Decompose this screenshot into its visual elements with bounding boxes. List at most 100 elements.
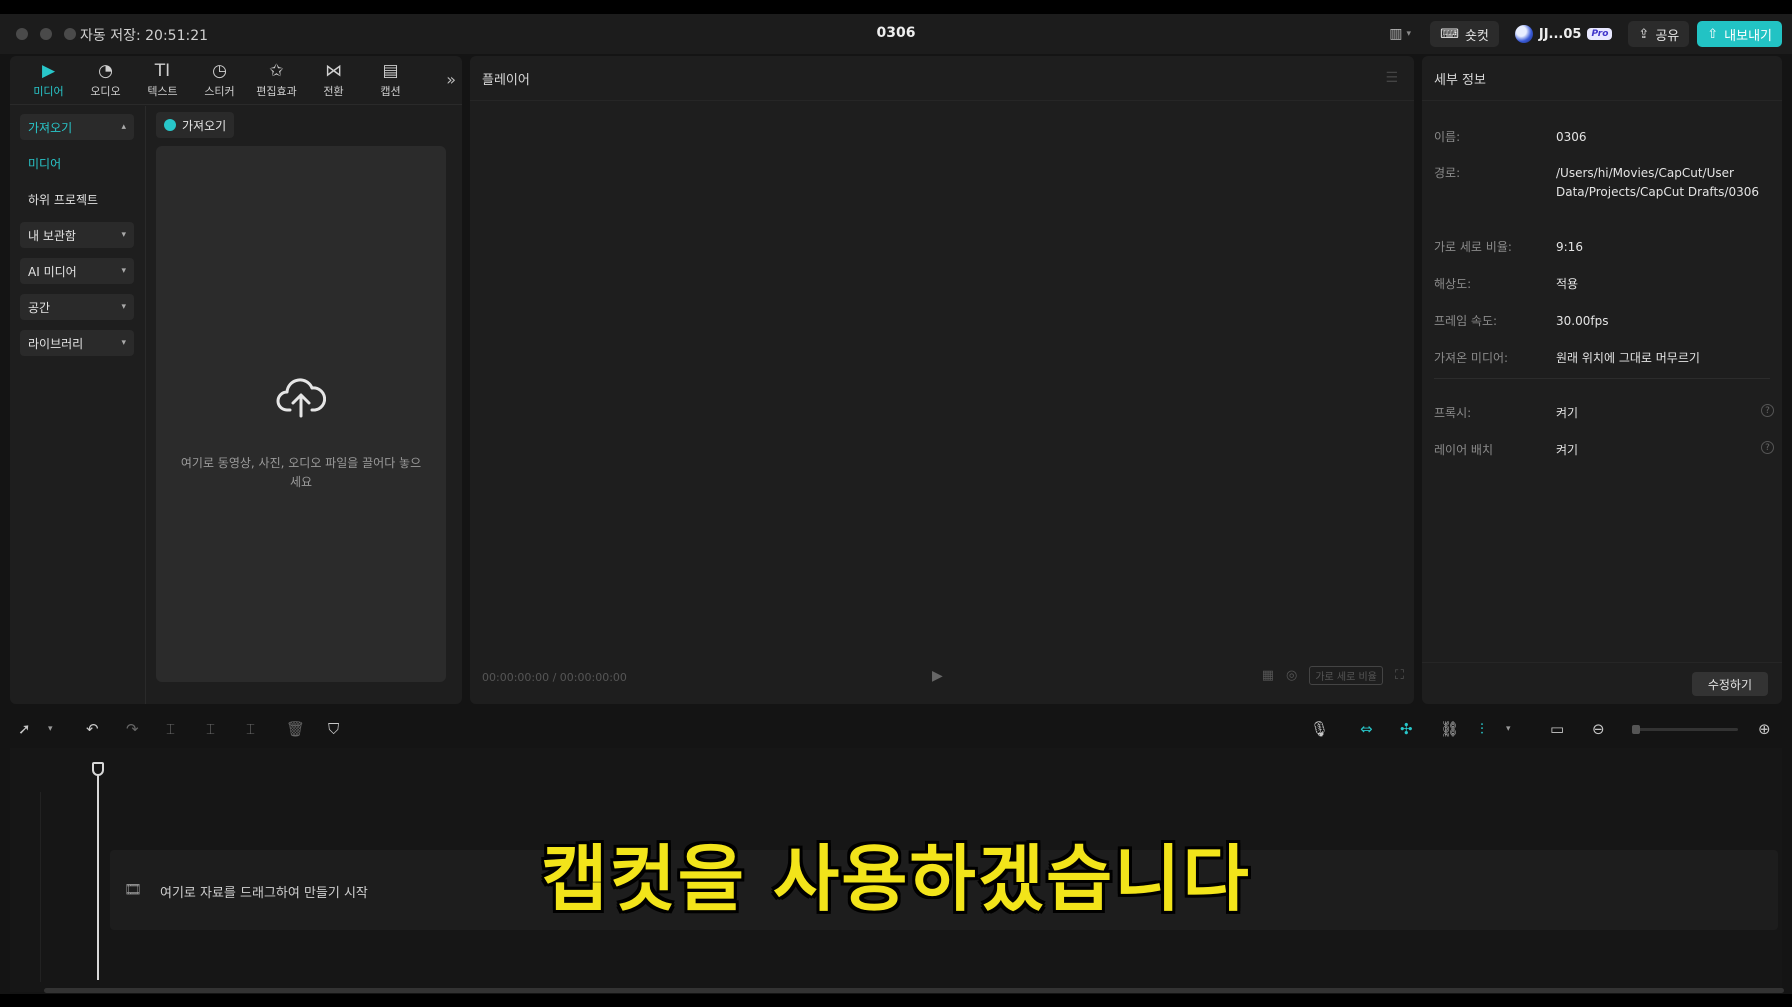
play-icon: ▶ <box>41 60 56 81</box>
sidebar-item-label: 공간 <box>28 300 51 315</box>
sidebar-item-my-storage[interactable]: 내 보관함 ▾ <box>20 222 134 248</box>
aspect-ratio-button[interactable]: 가로 세로 비율 <box>1309 666 1383 685</box>
link-icon[interactable]: ⛓ <box>1440 718 1459 740</box>
chevron-down-icon: ▾ <box>121 230 126 240</box>
zoom-in-icon[interactable]: ⊕ <box>1758 718 1771 740</box>
play-icon[interactable]: ▶ <box>932 668 943 684</box>
transition-icon: ⋈ <box>325 60 342 81</box>
menu-icon[interactable]: ☰ <box>1385 70 1398 86</box>
tab-sticker[interactable]: ◷ 스티커 <box>191 56 248 104</box>
auto-snap-icon[interactable]: ✣ <box>1400 718 1413 740</box>
sidebar-item-subproject[interactable]: 하위 프로젝트 <box>20 186 135 212</box>
text-icon: TI <box>154 60 171 81</box>
tab-caption[interactable]: ▤ 캡션 <box>362 56 419 104</box>
shield-icon[interactable]: ⛉ <box>328 718 339 740</box>
user-name: JJ...05 <box>1538 26 1582 42</box>
pro-badge: Pro <box>1587 28 1613 40</box>
tab-label: 편집효과 <box>256 84 297 98</box>
effects-icon: ✩ <box>269 60 284 81</box>
sidebar-item-space[interactable]: 공간 ▾ <box>20 294 134 320</box>
sidebar-item-import[interactable]: 가져오기 ▴ <box>20 114 134 140</box>
grid-icon[interactable]: ▦ <box>1262 668 1274 683</box>
fullscreen-icon[interactable]: ⛶ <box>1395 668 1404 683</box>
chevron-up-icon: ▴ <box>121 122 126 132</box>
keyboard-icon: ⌨ <box>1440 26 1459 42</box>
detail-label: 레이어 배치 <box>1434 443 1494 457</box>
chevron-down-icon: ▾ <box>121 302 126 312</box>
more-tabs-icon[interactable]: » <box>446 70 456 89</box>
sidebar-item-ai-media[interactable]: AI 미디어 ▾ <box>20 258 134 284</box>
delete-icon[interactable]: 🗑 <box>286 718 305 740</box>
tab-text[interactable]: TI 텍스트 <box>134 56 191 104</box>
main-track-magnet-icon[interactable]: ⇔ <box>1360 718 1373 740</box>
help-icon[interactable]: ? <box>1761 441 1774 454</box>
layout-toggle[interactable]: ▥ ▾ <box>1378 21 1422 47</box>
playhead-handle[interactable] <box>92 762 104 776</box>
sidebar-item-library[interactable]: 라이브러리 ▾ <box>20 330 134 356</box>
chevron-down-icon[interactable]: ▾ <box>1506 718 1511 740</box>
zoom-out-icon[interactable]: ⊖ <box>1592 718 1605 740</box>
share-button[interactable]: ⇪ 공유 <box>1628 21 1690 47</box>
redo-icon[interactable]: ↷ <box>126 718 139 740</box>
detail-label: 이름: <box>1434 130 1461 144</box>
zoom-fit-icon[interactable]: ▭ <box>1550 718 1564 740</box>
import-area: 가져오기 여기로 동영상, 사진, 오디오 파일을 끌어다 놓으세요 <box>156 112 454 692</box>
undo-icon[interactable]: ↶ <box>86 718 99 740</box>
details-divider <box>1422 100 1782 101</box>
preview-axis-icon[interactable]: ⫶ <box>1480 718 1484 740</box>
help-icon[interactable]: ? <box>1761 404 1774 417</box>
detail-value: 켜기 <box>1556 443 1579 457</box>
player-controls: ▦ ◎ 가로 세로 비율 ⛶ <box>1262 666 1404 685</box>
asset-tabs: ▶ 미디어 ◔ 오디오 TI 텍스트 ◷ 스티커 ✩ 편집효과 ⋈ 전환 ▤ 캡… <box>10 56 462 104</box>
details-panel: 세부 정보 이름: 0306 경로: /Users/hi/Movies/CapC… <box>1422 56 1782 704</box>
detail-label: 프레임 속도: <box>1434 314 1498 328</box>
media-sidenav: 가져오기 ▴ 미디어 하위 프로젝트 내 보관함 ▾ AI 미디어 ▾ 공간 ▾… <box>10 106 146 704</box>
user-account[interactable]: JJ...05 Pro <box>1507 21 1621 47</box>
upload-icon: ⇧ <box>1707 26 1719 42</box>
import-button[interactable]: 가져오기 <box>156 112 235 138</box>
edit-button[interactable]: 수정하기 <box>1691 672 1768 696</box>
import-button-label: 가져오기 <box>182 118 227 133</box>
tab-audio[interactable]: ◔ 오디오 <box>77 56 134 104</box>
chevron-down-icon[interactable]: ▾ <box>48 718 53 740</box>
select-cursor-icon[interactable]: ➚ <box>18 718 31 740</box>
tab-label: 스티커 <box>204 84 235 98</box>
split-icon[interactable]: ⌶ <box>166 718 175 740</box>
split-right-icon[interactable]: ⌶ <box>246 718 255 740</box>
shortcut-button[interactable]: ⌨ 숏컷 <box>1430 21 1499 47</box>
sidebar-item-media[interactable]: 미디어 <box>20 150 135 176</box>
sidebar-item-label: 라이브러리 <box>28 336 84 351</box>
detail-value: 0306 <box>1556 130 1587 144</box>
player-title: 플레이어 <box>482 73 530 88</box>
split-left-icon[interactable]: ⌶ <box>206 718 215 740</box>
zoom-slider-handle[interactable] <box>1632 725 1640 734</box>
dropzone-hint: 여기로 동영상, 사진, 오디오 파일을 끌어다 놓으세요 <box>180 456 422 489</box>
export-label: 내보내기 <box>1724 28 1772 44</box>
shortcut-label: 숏컷 <box>1464 28 1489 44</box>
sidebar-item-label: 가져오기 <box>28 120 73 135</box>
cloud-upload-icon <box>276 378 326 418</box>
horizontal-scrollbar[interactable] <box>44 988 1784 993</box>
detail-label: 가로 세로 비율: <box>1434 240 1512 254</box>
sidebar-item-label: AI 미디어 <box>28 264 77 279</box>
detail-value: 원래 위치에 그대로 머무르기 <box>1556 351 1700 365</box>
player-panel: 플레이어 ☰ 00:00:00:00 / 00:00:00:00 ▶ ▦ ◎ 가… <box>470 56 1414 704</box>
detail-value: 켜기 <box>1556 406 1579 420</box>
sidebar-item-label: 내 보관함 <box>28 228 76 243</box>
detail-value: 30.00fps <box>1556 314 1609 328</box>
screenshot-icon[interactable]: ◎ <box>1286 668 1297 683</box>
plus-icon <box>164 119 176 131</box>
tab-effects[interactable]: ✩ 편집효과 <box>248 56 305 104</box>
details-section-divider <box>1434 378 1770 379</box>
chevron-down-icon: ▾ <box>121 266 126 276</box>
tab-label: 오디오 <box>90 84 121 98</box>
zoom-slider[interactable] <box>1632 725 1738 734</box>
microphone-icon[interactable]: 🎙 <box>1310 718 1329 740</box>
export-button[interactable]: ⇧ 내보내기 <box>1697 21 1782 47</box>
detail-value: 9:16 <box>1556 240 1583 254</box>
media-dropzone[interactable]: 여기로 동영상, 사진, 오디오 파일을 끌어다 놓으세요 <box>156 146 446 682</box>
tab-transition[interactable]: ⋈ 전환 <box>305 56 362 104</box>
layout-icon: ▥ <box>1389 26 1403 42</box>
tab-media[interactable]: ▶ 미디어 <box>20 56 77 104</box>
tabs-divider <box>10 104 462 105</box>
